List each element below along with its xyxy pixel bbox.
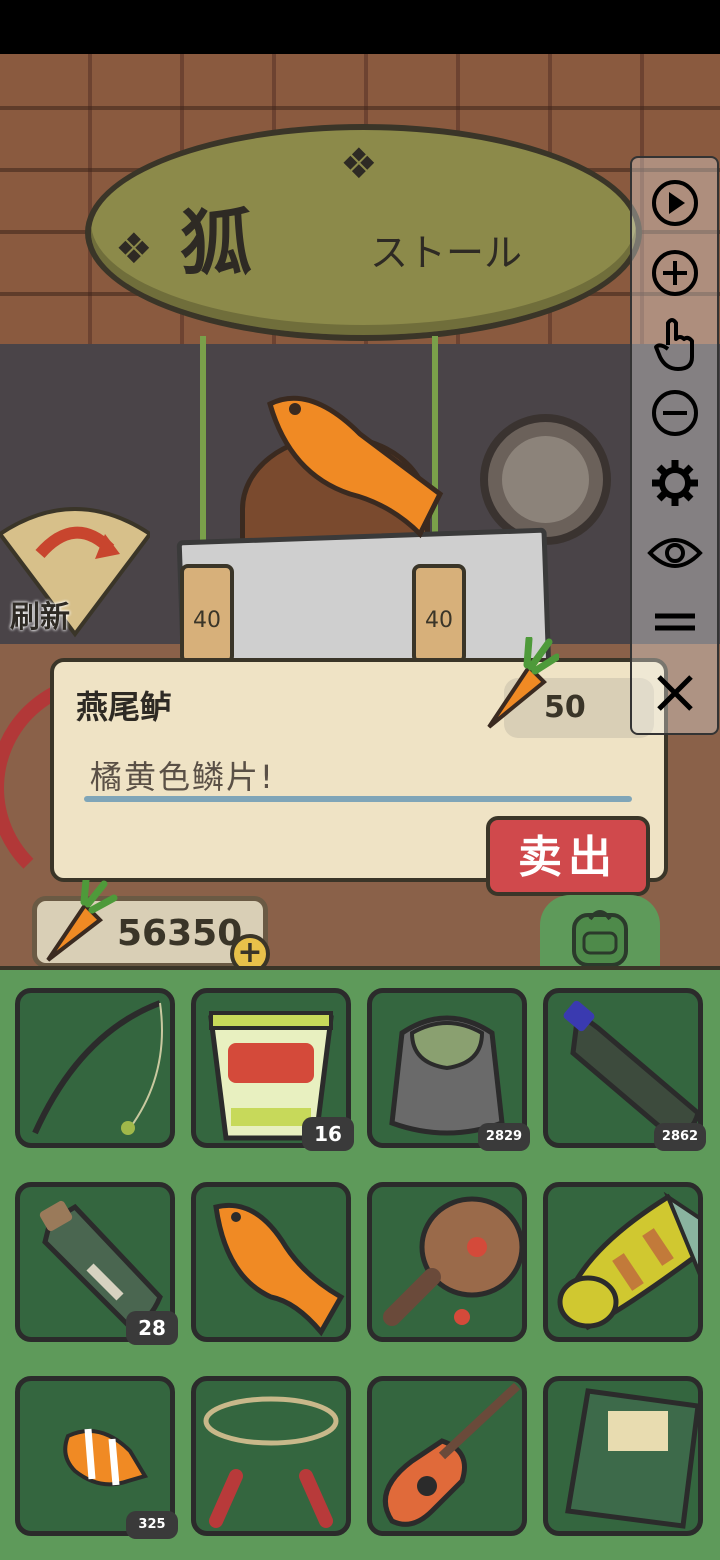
inventory-slot-snake-toy[interactable]: [543, 1182, 703, 1342]
carrot-icon: [46, 880, 118, 962]
inventory-slot-clownfish[interactable]: 325: [15, 1376, 178, 1539]
plastic-bottle-icon: [563, 1000, 698, 1141]
close-icon[interactable]: [646, 664, 704, 722]
item-count: 28: [126, 1311, 178, 1345]
inventory-slot-cup-noodles[interactable]: 16: [191, 988, 354, 1151]
play-icon[interactable]: [646, 174, 704, 232]
inventory-slot-bag[interactable]: 2829: [367, 988, 530, 1151]
paw-print-icon: ❖: [340, 139, 378, 188]
item-price: 50: [544, 690, 586, 725]
sign-title: 狐: [180, 201, 253, 285]
inventory-slot-jump-rope[interactable]: [191, 1376, 351, 1536]
status-bar: [0, 0, 720, 54]
bag-icon: [389, 1015, 505, 1136]
inventory-slot-message-bottle[interactable]: 28: [15, 1182, 178, 1345]
jump-rope-icon: [203, 1396, 339, 1528]
item-detail-popup: 燕尾鲈 50 橘黄色鳞片! 卖出: [50, 637, 668, 896]
snake-toy-icon: [557, 1191, 698, 1331]
paw-print-icon: ❖: [115, 224, 153, 273]
inventory-slot-goldfish[interactable]: [191, 1182, 351, 1342]
guitar-icon: [382, 1382, 521, 1527]
book-icon: [565, 1388, 698, 1529]
plus-circle-icon[interactable]: [646, 244, 704, 302]
item-count: 2862: [654, 1123, 706, 1151]
sell-button[interactable]: 卖出: [486, 816, 650, 896]
sign-subtitle: ストール: [370, 231, 523, 275]
price-tag[interactable]: 40: [412, 564, 466, 664]
inventory-slot-plastic-bottle[interactable]: 2862: [543, 988, 706, 1151]
item-count: 2829: [478, 1123, 530, 1151]
backpack-icon[interactable]: [560, 905, 640, 969]
floating-toolbar: [630, 156, 719, 735]
goldfish-icon: [213, 1202, 345, 1337]
balance-amount: 56350: [117, 913, 243, 954]
inventory-slot-book[interactable]: [543, 1376, 703, 1536]
minus-circle-icon[interactable]: [646, 384, 704, 442]
price-tag[interactable]: 40: [180, 564, 234, 664]
menu-icon[interactable]: [646, 594, 704, 652]
inventory-slot-drum[interactable]: [367, 1182, 527, 1342]
eye-icon[interactable]: [646, 524, 704, 582]
goldfish-icon[interactable]: [250, 374, 450, 544]
clownfish-icon: [63, 1428, 149, 1487]
gear-icon[interactable]: [646, 454, 704, 512]
hand-pointer-icon[interactable]: [646, 314, 704, 372]
inventory-slot-guitar[interactable]: [367, 1376, 527, 1536]
item-name: 燕尾鲈: [76, 688, 173, 726]
drum-icon: [383, 1196, 522, 1326]
fishing-rod-icon: [32, 1000, 163, 1135]
inventory-slot-fishing-rod[interactable]: [15, 988, 175, 1148]
wall-clock: [480, 414, 611, 545]
item-count: 16: [302, 1117, 354, 1151]
item-description: 橘黄色鳞片!: [90, 758, 275, 796]
refresh-label[interactable]: 刷新: [10, 592, 70, 636]
item-count: 325: [126, 1511, 178, 1539]
